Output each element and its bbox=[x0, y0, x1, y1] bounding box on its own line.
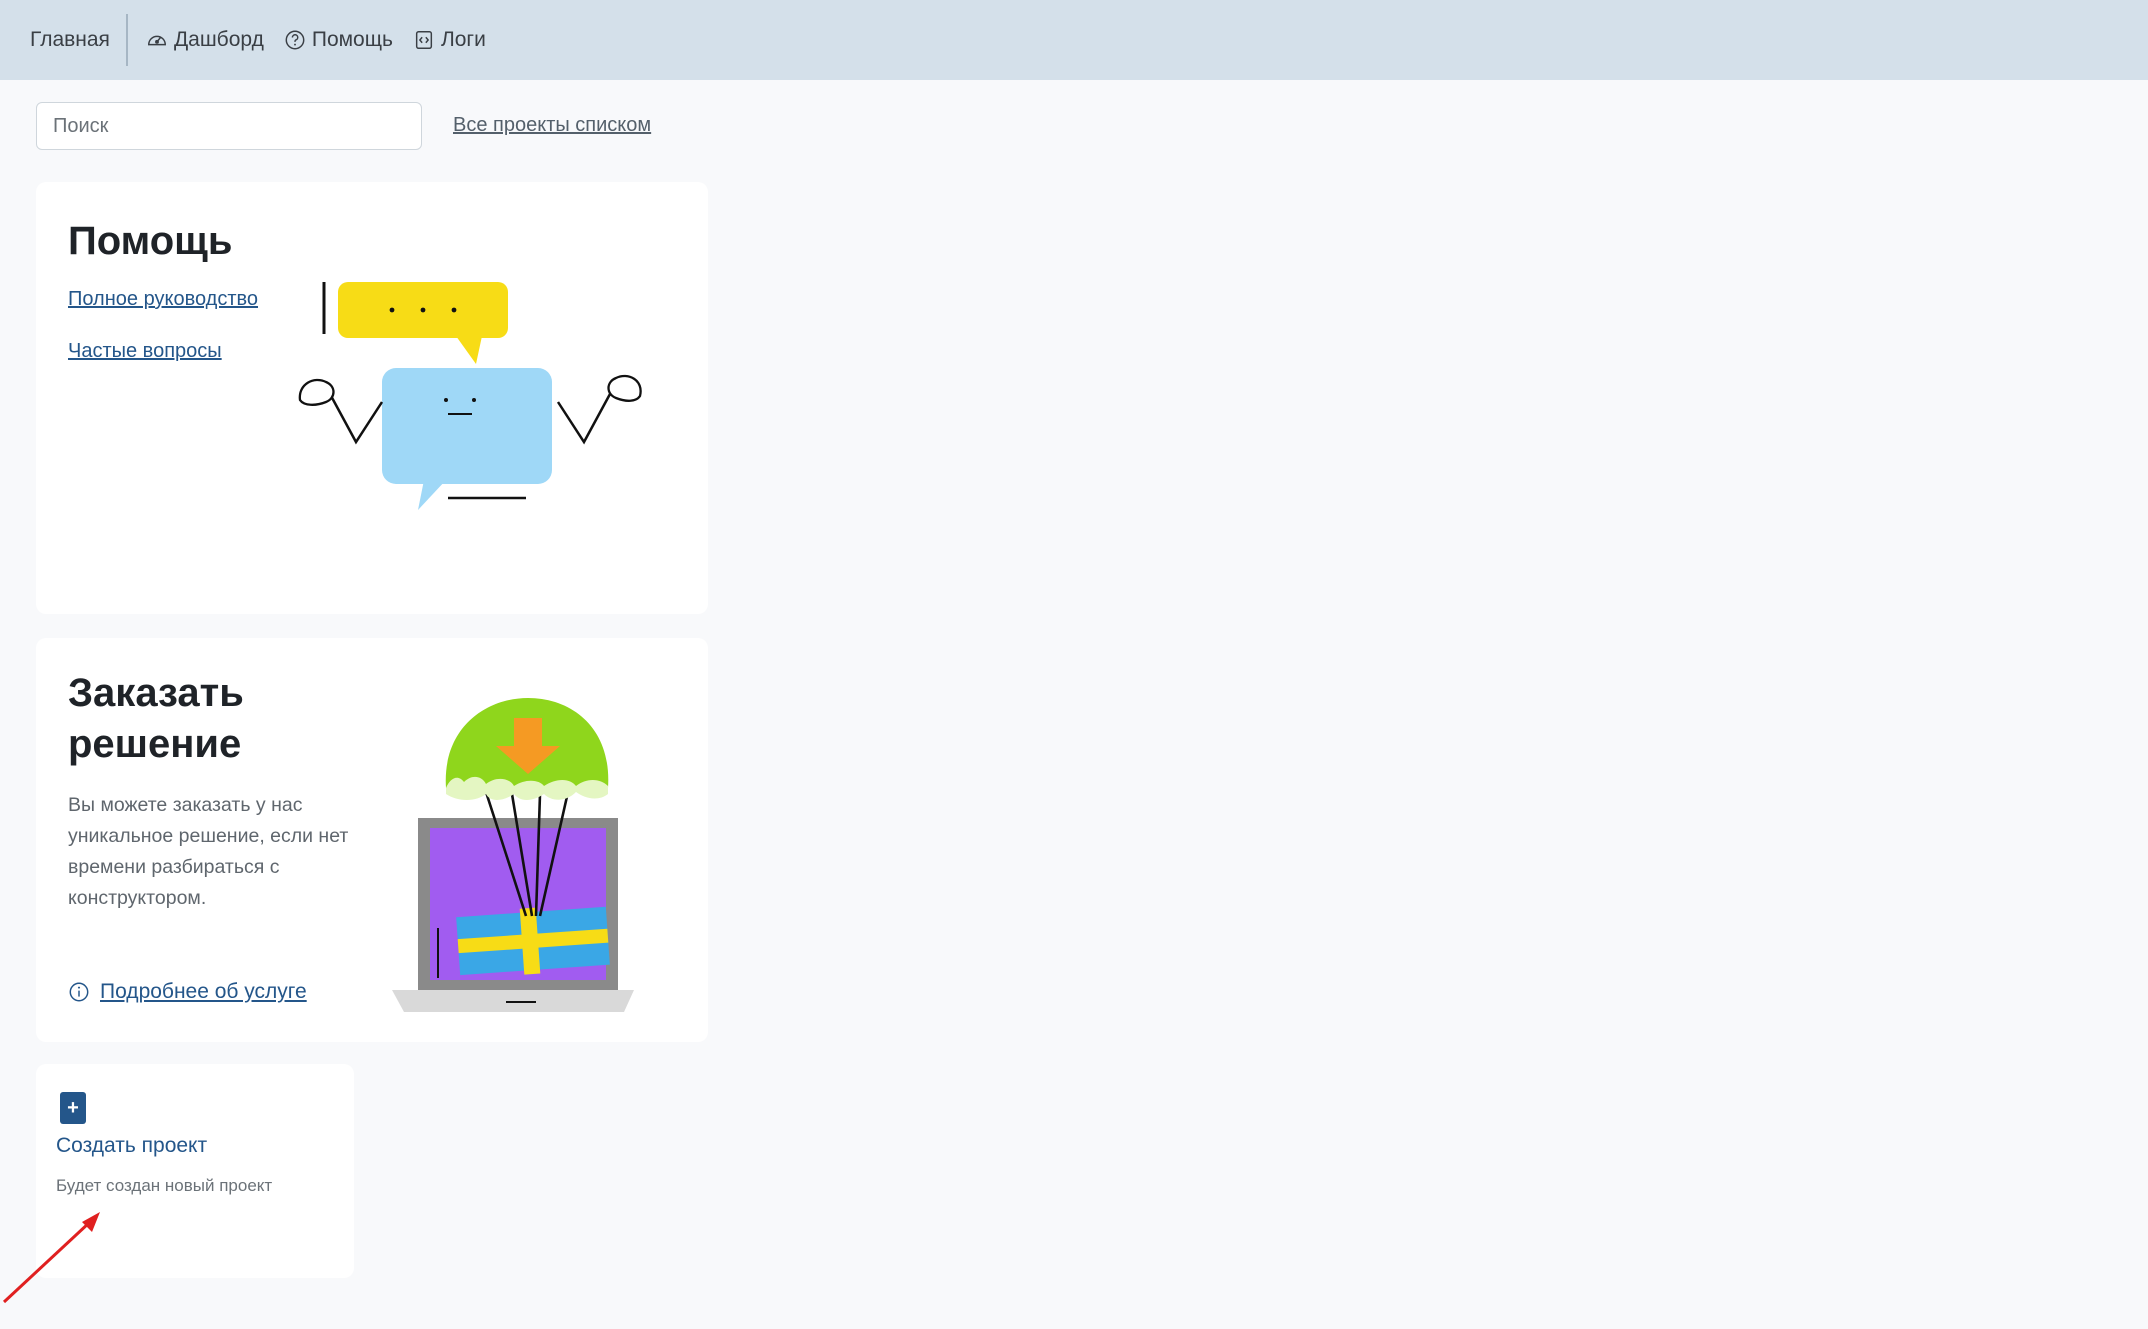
all-projects-link[interactable]: Все проекты списком bbox=[453, 114, 651, 137]
nav-home-label: Главная bbox=[30, 28, 110, 51]
faq-link[interactable]: Частые вопросы bbox=[68, 340, 222, 363]
create-project-title[interactable]: Создать проект bbox=[56, 1134, 207, 1158]
code-file-icon bbox=[413, 29, 435, 51]
red-arrow-annotation-icon bbox=[0, 1200, 110, 1310]
full-guide-link[interactable]: Полное руководство bbox=[68, 288, 258, 311]
create-project-description: Будет создан новый проект bbox=[56, 1176, 273, 1195]
service-details-label: Подробнее об услуге bbox=[100, 980, 307, 1003]
nav-dashboard[interactable]: Дашборд bbox=[146, 0, 264, 80]
plus-icon[interactable]: + bbox=[60, 1092, 86, 1124]
service-details-link[interactable]: Подробнее об услуге bbox=[68, 980, 307, 1004]
help-card-title: Помощь bbox=[68, 219, 233, 263]
search-input[interactable] bbox=[36, 102, 422, 150]
info-circle-icon bbox=[68, 981, 90, 1003]
nav-dashboard-label: Дашборд bbox=[173, 28, 264, 51]
speedometer-icon bbox=[146, 29, 168, 51]
parachute-laptop-gift-icon bbox=[386, 698, 686, 1018]
nav-home[interactable]: Главная bbox=[0, 14, 128, 66]
question-circle-icon bbox=[284, 29, 306, 51]
nav-help-label: Помощь bbox=[311, 28, 393, 51]
order-card-title: Заказать решение bbox=[68, 671, 244, 767]
chat-bubble-character-icon bbox=[296, 272, 716, 512]
order-solution-card: Заказать решение Вы можете заказать у на… bbox=[36, 638, 708, 1042]
nav-help[interactable]: Помощь bbox=[284, 0, 393, 80]
nav-logs[interactable]: Логи bbox=[413, 0, 486, 80]
order-card-description: Вы можете заказать у нас уникальное реше… bbox=[68, 794, 349, 909]
help-card: Помощь Полное руководство Частые вопросы bbox=[36, 182, 708, 614]
top-navbar: Главная Дашборд Помощь Логи bbox=[0, 0, 2148, 80]
nav-logs-label: Логи bbox=[440, 28, 486, 51]
